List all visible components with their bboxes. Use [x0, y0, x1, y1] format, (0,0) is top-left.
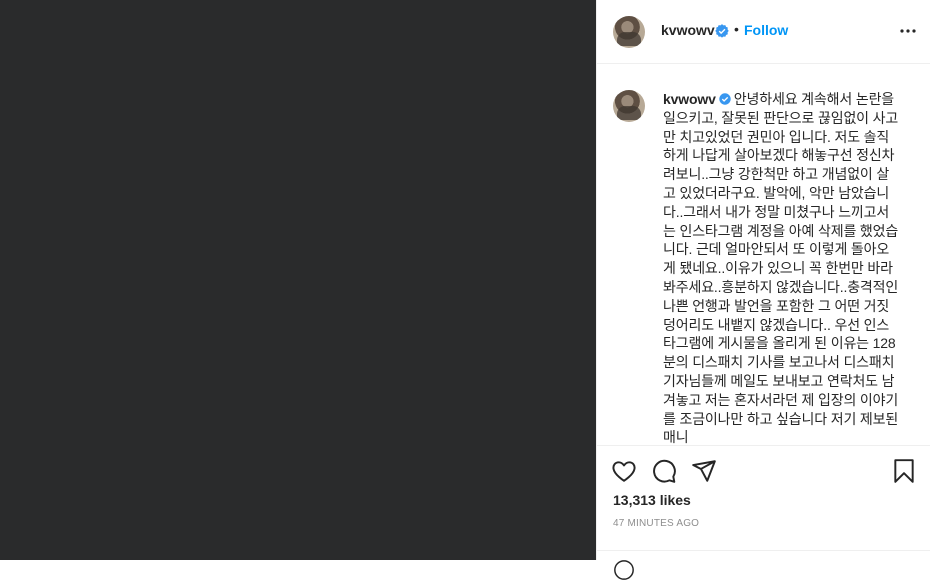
author-avatar[interactable]: [613, 16, 645, 48]
verified-badge-icon: [715, 24, 729, 38]
comment-icon[interactable]: [651, 458, 677, 484]
caption-author-avatar[interactable]: [613, 90, 645, 122]
post-side-panel: kvwowv • Follow kvwowv 안녕하세요 계속해서 논란을 일으키…: [596, 0, 930, 580]
heart-icon[interactable]: [611, 458, 637, 484]
post-timestamp[interactable]: 47 MINUTES AGO: [613, 518, 699, 529]
header-separator: •: [734, 21, 739, 37]
follow-button[interactable]: Follow: [744, 22, 788, 38]
caption-text: 안녕하세요 계속해서 논란을 일으키고, 잘못된 판단으로 끊임없이 사고만 치…: [663, 91, 902, 446]
caption-verified-badge-icon: [719, 93, 731, 105]
caption-username[interactable]: kvwowv: [663, 91, 716, 107]
post-header: kvwowv • Follow: [597, 0, 930, 64]
author-username[interactable]: kvwowv: [661, 22, 715, 38]
bookmark-icon[interactable]: [891, 458, 917, 484]
more-options-icon[interactable]: [899, 22, 917, 40]
post-media[interactable]: [0, 0, 596, 560]
emoji-icon[interactable]: [613, 559, 635, 581]
post-caption: kvwowv 안녕하세요 계속해서 논란을 일으키고, 잘못된 판단으로 끊임없이…: [663, 90, 902, 446]
post-actions: 13,313 likes 47 MINUTES AGO: [597, 446, 930, 580]
comments-area[interactable]: kvwowv 안녕하세요 계속해서 논란을 일으키고, 잘못된 판단으로 끊임없이…: [597, 64, 930, 446]
share-icon[interactable]: [691, 458, 717, 484]
add-comment-bar: [597, 550, 930, 580]
likes-count[interactable]: 13,313 likes: [613, 492, 691, 508]
